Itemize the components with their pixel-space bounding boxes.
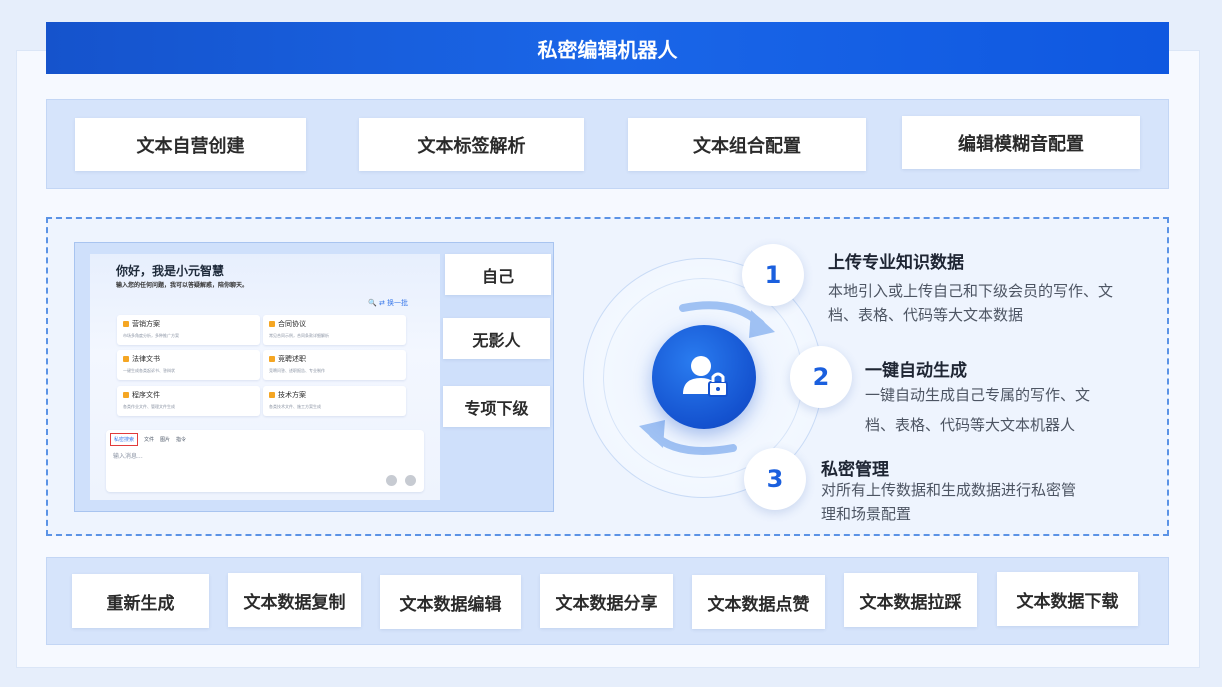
share-button[interactable]: 文本数据分享 [540,574,673,628]
step-title-2: 一键自动生成 [865,361,967,381]
card-desc: 各类技术文件、施工方案生成 [269,404,321,409]
step-desc-1: 本地引入或上传自己和下级会员的写作、文 档、表格、代码等大文本数据 [828,282,1114,324]
preview-input-tabs: 私密搜索 文件 图片 指令 [110,433,186,446]
preview-card[interactable]: 程序文件 各类作业文件、管理文件生成 [117,386,260,416]
card-desc: 常见合同示例，合同条款详细解析 [269,333,329,338]
card-icon [269,392,275,398]
card-title: 法律文书 [132,355,160,363]
page-title: 私密编辑机器人 [46,22,1169,74]
step-title-3: 私密管理 [821,460,889,480]
feature-tag-parse[interactable]: 文本标签解析 [359,118,584,171]
card-desc: 各类作业文件、管理文件生成 [123,404,175,409]
preview-card[interactable]: 技术方案 各类技术文件、施工方案生成 [263,386,406,416]
card-title: 程序文件 [132,391,160,399]
preview-subtitle: 输入您的任何问题，我可以答疑解惑，陪你聊天。 [116,282,249,289]
card-icon [269,321,275,327]
feature-fuzzy-config[interactable]: 编辑模糊音配置 [902,116,1140,169]
attach-icon[interactable] [386,475,397,486]
feature-combo-config[interactable]: 文本组合配置 [628,118,866,171]
regenerate-button[interactable]: 重新生成 [72,574,209,628]
input-tab-image[interactable]: 图片 [160,436,170,443]
step-number-1: 1 [742,244,804,306]
preview-greeting: 你好，我是小元智慧 [116,264,225,278]
preview-tools[interactable]: 🔍 ⇄ 换一批 [368,298,408,308]
card-title: 技术方案 [278,391,306,399]
input-tab-command[interactable]: 指令 [176,436,186,443]
card-title: 合同协议 [278,320,306,328]
preview-input-placeholder: 输入消息... [113,453,143,460]
edit-button[interactable]: 文本数据编辑 [380,575,521,629]
option-self[interactable]: 自己 [445,254,551,295]
step-title-1: 上传专业知识数据 [828,253,964,273]
card-desc: 市场多角度分析，多种推广方案 [123,333,179,338]
option-shadow[interactable]: 无影人 [443,318,550,359]
card-icon [123,392,129,398]
input-tab-private-search[interactable]: 私密搜索 [110,433,139,446]
preview-card[interactable]: 合同协议 常见合同示例，合同条款详细解析 [263,315,406,345]
preview-card[interactable]: 法律文书 一键生成各类起诉书、答辩状 [117,350,260,380]
preview-card[interactable]: 竞聘述职 竞聘问答、述职报告、专业制作 [263,350,406,380]
step-number-2: 2 [790,346,852,408]
dislike-button[interactable]: 文本数据拉踩 [844,573,977,627]
card-title: 营销方案 [132,320,160,328]
option-subordinate[interactable]: 专项下级 [443,386,550,427]
step-desc-2: 一键自动生成自己专属的写作、文 档、表格、代码等大文本机器人 [865,386,1091,434]
card-title: 竞聘述职 [278,355,306,363]
card-desc: 一键生成各类起诉书、答辩状 [123,368,175,373]
input-tab-file[interactable]: 文件 [144,436,154,443]
user-lock-icon [683,356,728,397]
copy-button[interactable]: 文本数据复制 [228,573,361,627]
step-desc-3: 对所有上传数据和生成数据进行私密管 理和场景配置 [821,481,1077,523]
card-desc: 竞聘问答、述职报告、专业制作 [269,368,325,373]
feature-text-create[interactable]: 文本自营创建 [75,118,306,171]
preview-card[interactable]: 营销方案 市场多角度分析，多种推广方案 [117,315,260,345]
like-button[interactable]: 文本数据点赞 [692,575,825,629]
send-icon[interactable] [405,475,416,486]
card-icon [269,356,275,362]
card-icon [123,356,129,362]
download-button[interactable]: 文本数据下载 [997,572,1138,626]
card-icon [123,321,129,327]
step-number-3: 3 [744,448,806,510]
